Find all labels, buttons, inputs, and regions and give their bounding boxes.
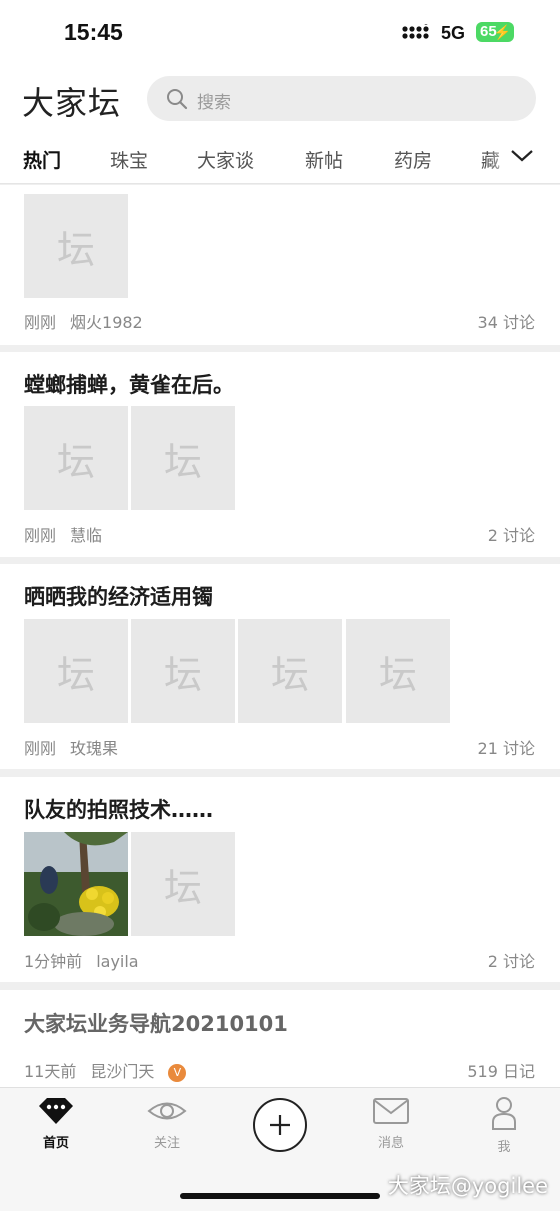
home-icon (39, 1098, 73, 1124)
chevron-down-icon[interactable] (510, 148, 534, 164)
app-header: 大家坛 搜索 (0, 64, 560, 134)
post-card[interactable]: 晒晒我的经济适用镯 坛 坛 坛 坛 刚刚 玫瑰果 21 讨论 (0, 564, 560, 769)
home-indicator[interactable] (180, 1193, 380, 1199)
status-time: 15:45 (64, 19, 123, 45)
tab-messages-label: 消息 (377, 1136, 404, 1151)
tab-me-label: 我 (497, 1140, 511, 1155)
new-post-button[interactable] (253, 1098, 307, 1152)
watermark: 大家坛@yogilee (387, 1174, 548, 1198)
image-placeholder[interactable]: 坛 (131, 832, 235, 936)
tab-jewelry[interactable]: 珠宝 (110, 146, 148, 173)
tab-home[interactable]: 首页 (16, 1096, 96, 1151)
post-meta: 刚刚 慧临 (24, 522, 102, 546)
person-icon (492, 1097, 516, 1130)
post-title[interactable]: 队友的拍照技术…… (24, 794, 213, 824)
eye-icon (147, 1102, 187, 1120)
post-card[interactable]: 坛 刚刚 烟火1982 34 讨论 (0, 185, 560, 345)
post-author[interactable]: 玫瑰果 (70, 739, 118, 758)
battery-icon: 65 ⚡ (476, 22, 514, 42)
garden-photo-image (24, 832, 128, 936)
search-bar[interactable]: 搜索 (147, 76, 536, 121)
post-title[interactable]: 晒晒我的经济适用镯 (24, 581, 213, 611)
tab-hot[interactable]: 热门 (23, 146, 61, 173)
post-title[interactable]: 大家坛业务导航20210101 (24, 1008, 288, 1038)
post-meta: 11天前 昆沙门天 V (24, 1058, 187, 1082)
image-placeholder[interactable]: 坛 (238, 619, 342, 723)
status-bar: 15:45 5G 65 ⚡ (0, 0, 560, 64)
image-placeholder[interactable]: 坛 (131, 406, 235, 510)
mail-icon (373, 1098, 409, 1124)
post-count: 519 日记 (467, 1062, 535, 1081)
search-icon (167, 89, 188, 110)
tab-pharmacy[interactable]: 药房 (394, 146, 432, 173)
image-placeholder[interactable]: 坛 (346, 619, 450, 723)
image-placeholder[interactable]: 坛 (24, 194, 128, 298)
charging-bolt-icon: ⚡ (493, 24, 511, 40)
post-author[interactable]: 烟火1982 (70, 313, 143, 332)
tab-me[interactable]: 我 (464, 1096, 544, 1155)
post-card[interactable]: 大家坛业务导航20210101 11天前 昆沙门天 V 519 日记 (0, 990, 560, 1087)
post-card[interactable]: 螳螂捕蝉，黄雀在后。 坛 坛 刚刚 慧临 2 讨论 (0, 352, 560, 557)
post-count: 21 讨论 (477, 739, 535, 758)
image-placeholder[interactable]: 坛 (131, 619, 235, 723)
post-meta: 刚刚 烟火1982 (24, 309, 143, 333)
plus-icon (270, 1115, 290, 1135)
signal-icon (402, 24, 429, 39)
post-author[interactable]: 昆沙门天 (90, 1062, 154, 1081)
network-type: 5G (441, 23, 466, 43)
app-logo[interactable]: 大家坛 (22, 78, 121, 124)
search-placeholder: 搜索 (197, 93, 231, 113)
post-card[interactable]: 队友的拍照技术…… 坛 1分钟前 layila 2 讨论 (0, 777, 560, 982)
tab-home-label: 首页 (42, 1136, 69, 1151)
post-count: 2 讨论 (487, 526, 535, 545)
tab-follow-label: 关注 (153, 1136, 180, 1151)
category-tabs: 热门 珠宝 大家谈 新帖 药房 藏 (0, 134, 560, 184)
tab-dajiatan[interactable]: 大家谈 (197, 146, 254, 173)
tab-new-posts[interactable]: 新帖 (305, 146, 343, 173)
post-time: 11天前 (24, 1062, 77, 1081)
post-author[interactable]: layila (96, 952, 138, 971)
tab-follow[interactable]: 关注 (127, 1096, 207, 1151)
verified-badge-icon: V (168, 1064, 187, 1082)
post-time: 刚刚 (24, 313, 57, 332)
post-meta: 1分钟前 layila (24, 948, 139, 972)
post-time: 刚刚 (24, 526, 57, 545)
post-time: 1分钟前 (24, 952, 83, 971)
post-meta: 刚刚 玫瑰果 (24, 735, 118, 759)
post-title[interactable]: 螳螂捕蝉，黄雀在后。 (24, 369, 234, 399)
image-placeholder[interactable]: 坛 (24, 406, 128, 510)
image-placeholder[interactable]: 坛 (24, 619, 128, 723)
post-photo[interactable] (24, 832, 128, 936)
post-count: 2 讨论 (487, 952, 535, 971)
post-time: 刚刚 (24, 739, 57, 758)
post-count: 34 讨论 (477, 313, 535, 332)
tab-messages[interactable]: 消息 (351, 1096, 431, 1151)
post-author[interactable]: 慧临 (70, 526, 102, 545)
